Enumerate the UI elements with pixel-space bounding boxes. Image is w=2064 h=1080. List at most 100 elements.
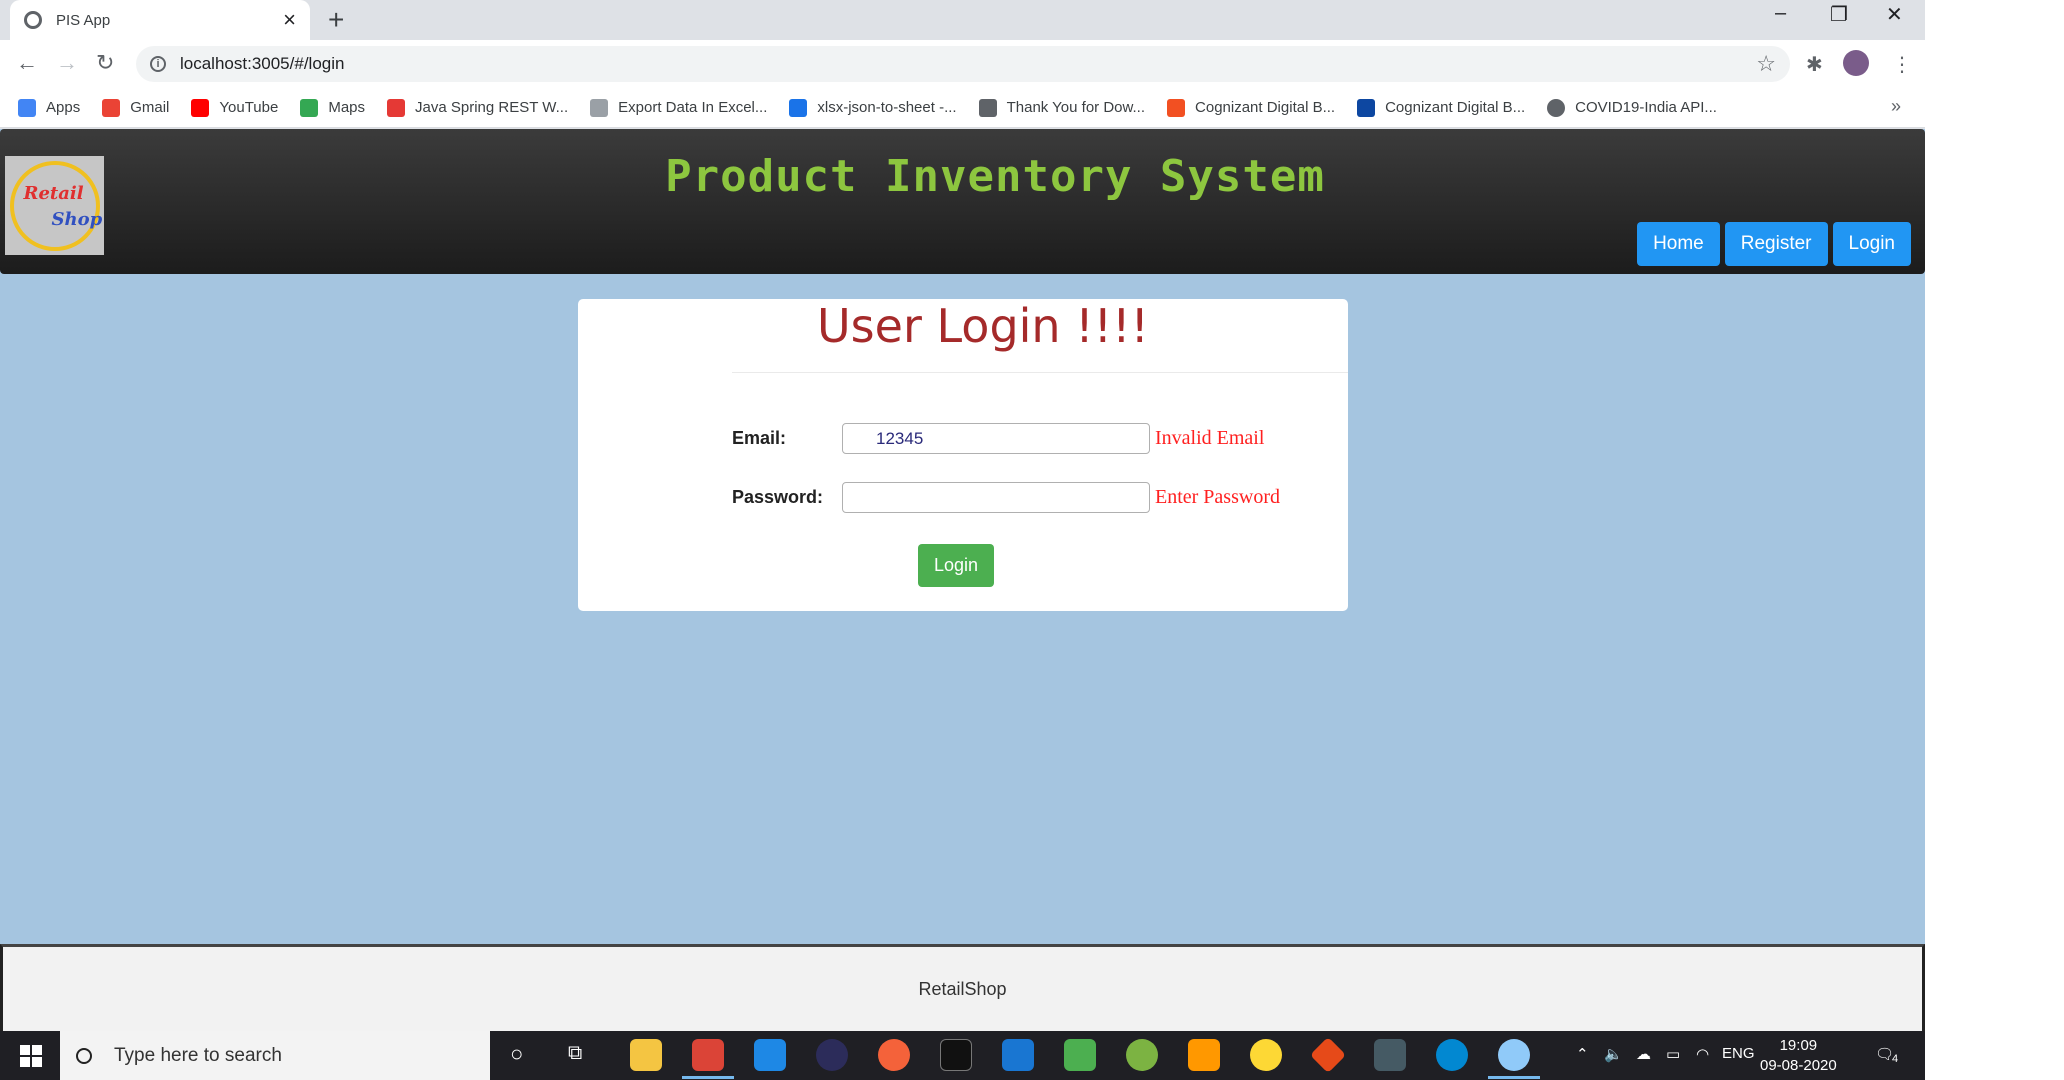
email-row: Email: Invalid Email xyxy=(732,423,1264,454)
bookmark-java-spring[interactable]: Java Spring REST W... xyxy=(387,98,569,117)
nav-login-button[interactable]: Login xyxy=(1832,222,1911,266)
bookmark-export-data[interactable]: Export Data In Excel... xyxy=(590,98,768,117)
close-window-icon[interactable]: ✕ xyxy=(1886,2,1903,27)
restore-icon[interactable]: ❐ xyxy=(1830,2,1848,27)
bookmark-gmail[interactable]: Gmail xyxy=(102,98,170,117)
nav-home-button[interactable]: Home xyxy=(1637,222,1720,266)
app-title: Product Inventory System xyxy=(665,151,1325,202)
new-tab-icon[interactable]: + xyxy=(328,4,344,36)
bookmark-label: Export Data In Excel... xyxy=(618,99,768,116)
onedrive-icon[interactable]: ☁ xyxy=(1636,1045,1651,1063)
chevron-up-icon[interactable]: ⌃ xyxy=(1576,1045,1589,1063)
cortana-icon[interactable]: ○ xyxy=(510,1041,523,1067)
taskbar-search-placeholder: Type here to search xyxy=(114,1044,282,1066)
editor-icon[interactable] xyxy=(1064,1039,1096,1071)
windows-taskbar: Type here to search ○ ⧉ ⌃ 🔈 ☁ ▭ ◠ ENG 19… xyxy=(0,1031,1925,1080)
globe-icon xyxy=(1547,98,1566,117)
address-bar[interactable]: i localhost:3005/#/login ☆ xyxy=(136,46,1790,82)
email-field[interactable] xyxy=(842,423,1150,454)
reload-icon[interactable]: ↻ xyxy=(96,50,114,76)
more-bookmarks-icon[interactable]: » xyxy=(1891,96,1901,117)
desktop-screen: PIS App × + – ❐ ✕ ← → ↻ i localhost:3005… xyxy=(0,0,2064,1080)
browser-tab[interactable]: PIS App × xyxy=(10,0,310,40)
bookmark-cognizant-1[interactable]: Cognizant Digital B... xyxy=(1167,98,1336,117)
task-view-icon[interactable]: ⧉ xyxy=(568,1042,582,1065)
db-tool-icon[interactable] xyxy=(1250,1039,1282,1071)
url-text: localhost:3005/#/login xyxy=(180,54,345,73)
bookmark-thank-you[interactable]: Thank You for Dow... xyxy=(978,98,1146,117)
git-icon[interactable] xyxy=(1309,1036,1347,1074)
bookmark-apps[interactable]: Apps xyxy=(18,98,80,117)
bookmark-label: Gmail xyxy=(130,99,170,116)
eclipse-icon[interactable] xyxy=(816,1039,848,1071)
email-label: Email: xyxy=(732,428,787,448)
notification-count: 4 xyxy=(1892,1053,1899,1065)
bookmark-covid[interactable]: COVID19-India API... xyxy=(1547,98,1717,117)
vscode-icon[interactable] xyxy=(1002,1039,1034,1071)
tab-strip: PIS App × + – ❐ ✕ xyxy=(0,0,1925,40)
profile-avatar[interactable] xyxy=(1843,50,1869,76)
microsoft-icon xyxy=(1167,98,1186,117)
browser-window: PIS App × + – ❐ ✕ ← → ↻ i localhost:3005… xyxy=(0,0,1925,1080)
bookmark-label: Cognizant Digital B... xyxy=(1385,99,1526,116)
minimize-icon[interactable]: – xyxy=(1775,2,1786,25)
forward-icon[interactable]: → xyxy=(56,50,78,76)
nav-register-button[interactable]: Register xyxy=(1724,222,1828,266)
bookmark-xlsx[interactable]: xlsx-json-to-sheet -... xyxy=(789,98,957,117)
bookmark-label: Thank You for Dow... xyxy=(1006,99,1146,116)
system-clock[interactable]: 19:09 09-08-2020 xyxy=(1760,1036,1837,1076)
android-studio-icon[interactable] xyxy=(1126,1039,1158,1071)
password-field[interactable] xyxy=(842,482,1150,513)
battery-icon[interactable]: ▭ xyxy=(1666,1045,1680,1063)
volume-icon[interactable]: 🔈 xyxy=(1604,1045,1623,1063)
gmail-icon xyxy=(102,98,121,117)
app-window-icon[interactable] xyxy=(1374,1039,1406,1071)
bookmarks-bar: Apps Gmail YouTube Maps Java Spring REST… xyxy=(0,88,1925,128)
paint-icon[interactable] xyxy=(1488,1039,1540,1079)
bookmark-label: Cognizant Digital B... xyxy=(1195,99,1336,116)
bookmark-maps[interactable]: Maps xyxy=(300,98,366,117)
page-footer: RetailShop xyxy=(0,944,1925,1031)
edge-icon[interactable] xyxy=(1436,1039,1468,1071)
be-icon xyxy=(1357,98,1376,117)
bookmark-label: COVID19-India API... xyxy=(1575,99,1717,116)
sublime-icon[interactable] xyxy=(1188,1039,1220,1071)
heading-divider xyxy=(732,372,1348,373)
bookmark-label: Java Spring REST W... xyxy=(415,99,569,116)
apps-grid-icon xyxy=(18,98,36,117)
youtube-icon xyxy=(191,98,210,117)
globe-icon xyxy=(24,11,42,29)
bookmark-label: YouTube xyxy=(219,99,279,116)
menu-icon[interactable]: ⋮ xyxy=(1892,52,1912,77)
terminal-icon[interactable] xyxy=(940,1039,972,1071)
file-explorer-icon[interactable] xyxy=(630,1039,662,1071)
tp-icon xyxy=(387,98,406,117)
bookmark-star-icon[interactable]: ☆ xyxy=(1756,51,1776,77)
login-submit-button[interactable]: Login xyxy=(918,544,994,587)
back-icon[interactable]: ← xyxy=(16,50,38,76)
maps-icon xyxy=(300,98,319,117)
password-row: Password: Enter Password xyxy=(732,482,1280,513)
language-indicator[interactable]: ENG xyxy=(1722,1045,1755,1062)
top-nav: Home Register Login xyxy=(1637,222,1911,266)
page-viewport: Retail Shop Product Inventory System Hom… xyxy=(0,129,1925,1031)
taskbar-search-box[interactable]: Type here to search xyxy=(60,1031,490,1080)
clock-time: 19:09 xyxy=(1779,1037,1818,1054)
windows-start-icon[interactable] xyxy=(20,1045,42,1067)
password-label: Password: xyxy=(732,487,824,507)
extensions-icon[interactable]: ✱ xyxy=(1806,52,1823,77)
bookmark-cognizant-2[interactable]: Cognizant Digital B... xyxy=(1357,98,1526,117)
wifi-icon[interactable]: ◠ xyxy=(1696,1045,1709,1063)
bookmark-label: xlsx-json-to-sheet -... xyxy=(817,99,957,116)
browser-toolbar: ← → ↻ i localhost:3005/#/login ☆ ✱ ⋮ xyxy=(0,40,1925,88)
postman-icon[interactable] xyxy=(878,1039,910,1071)
bookmark-label: Maps xyxy=(328,99,366,116)
chrome-icon[interactable] xyxy=(682,1039,734,1079)
bolt-icon xyxy=(789,98,808,117)
app-header: Retail Shop Product Inventory System Hom… xyxy=(0,129,1925,274)
info-icon[interactable]: i xyxy=(150,56,166,72)
bookmark-youtube[interactable]: YouTube xyxy=(191,98,279,117)
search-icon xyxy=(76,1047,92,1064)
internet-explorer-icon[interactable] xyxy=(754,1039,786,1071)
close-tab-icon[interactable]: × xyxy=(283,7,296,33)
